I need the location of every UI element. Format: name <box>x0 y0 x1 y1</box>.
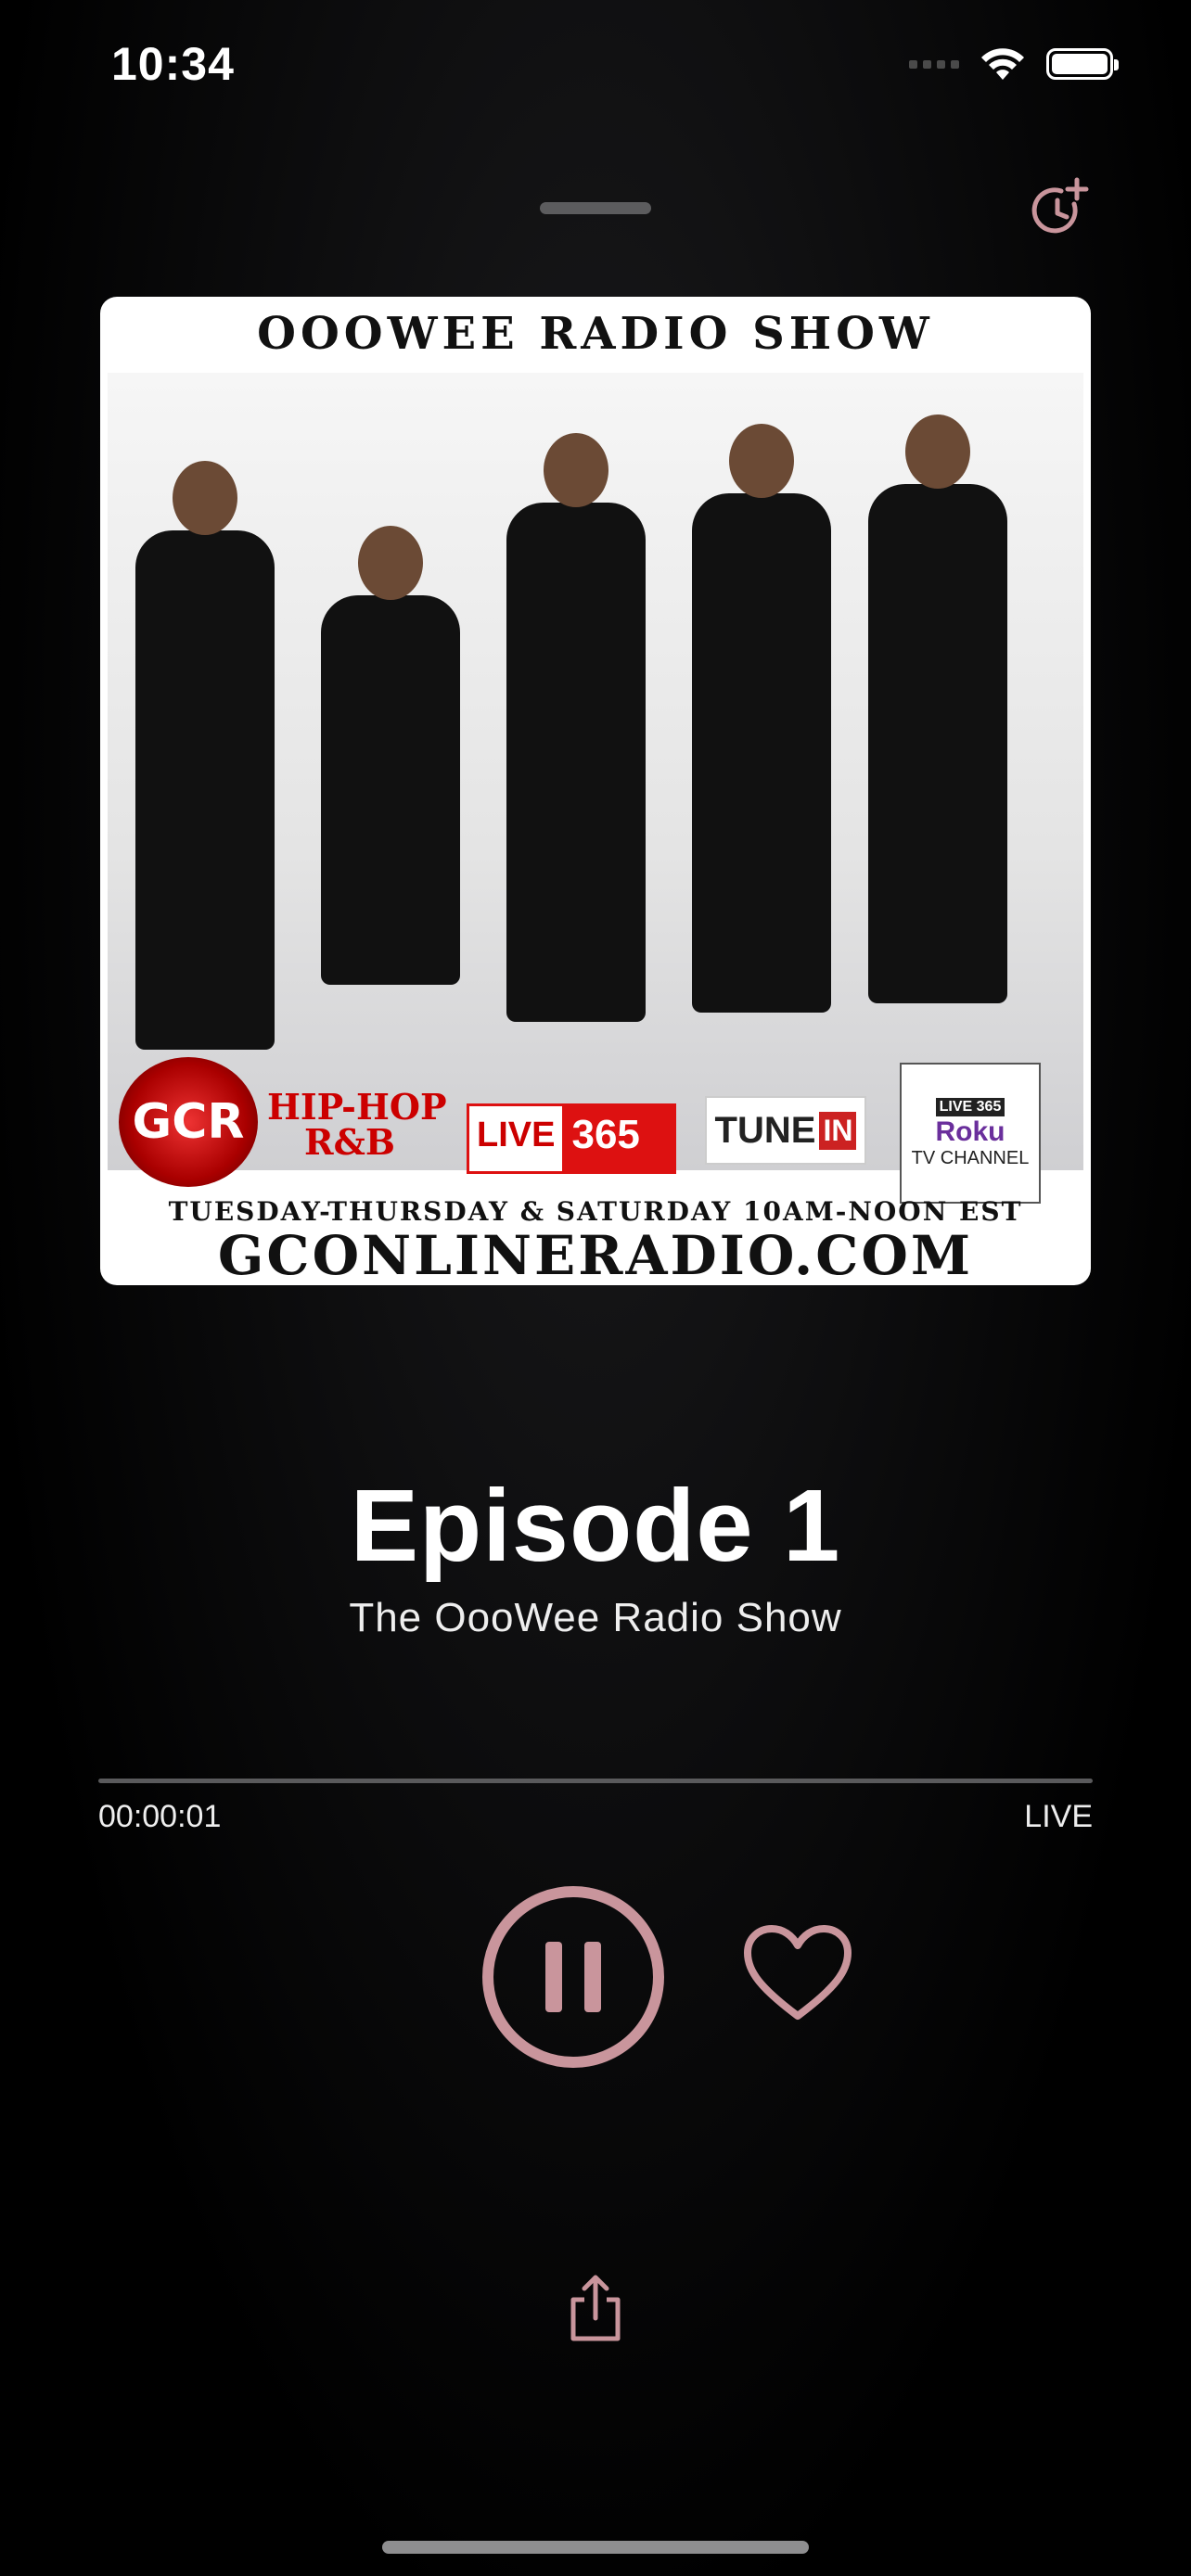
episode-title: Episode 1 <box>350 1469 841 1583</box>
heart-icon[interactable] <box>742 1923 853 2025</box>
status-indicators <box>909 46 1119 82</box>
gcr-logo: GCR <box>119 1057 258 1187</box>
artwork-photo <box>108 373 1083 1170</box>
wifi-icon <box>981 48 1024 80</box>
live365-logo: LIVE 365 <box>467 1103 676 1174</box>
artwork-logo-row: GCR HIP-HOP R&B LIVE 365 TUNE IN LIVE 365… <box>100 1057 1091 1204</box>
artwork-website: GCONLINERADIO.COM <box>217 1224 974 1285</box>
clock-plus-icon[interactable] <box>1026 176 1091 241</box>
playback-progress-slider[interactable] <box>98 1779 1093 1783</box>
cellular-signal-icon <box>909 59 959 69</box>
tunein-logo: TUNE IN <box>705 1096 866 1165</box>
hiphop-rnb-logo: HIP-HOP R&B <box>267 1086 447 1163</box>
show-name: The OooWee Radio Show <box>349 1595 842 1640</box>
pause-circle-icon[interactable] <box>480 1884 666 2070</box>
battery-icon <box>1046 48 1119 80</box>
elapsed-time: 00:00:01 <box>98 1799 222 1834</box>
home-indicator[interactable] <box>382 2541 809 2554</box>
share-icon[interactable] <box>566 2274 625 2342</box>
status-time: 10:34 <box>111 38 235 90</box>
roku-channel-logo: LIVE 365 Roku TV CHANNEL <box>900 1063 1041 1204</box>
episode-artwork: OOOWEE RADIO SHOW GCR HIP-HOP R&B LIVE 3… <box>100 297 1091 1285</box>
live-label: LIVE <box>1024 1799 1093 1834</box>
artwork-schedule: TUESDAY-THURSDAY & SATURDAY 10AM-NOON ES… <box>168 1196 1023 1227</box>
artwork-banner-title: OOOWEE RADIO SHOW <box>257 308 934 360</box>
sheet-grabber[interactable] <box>540 202 651 214</box>
